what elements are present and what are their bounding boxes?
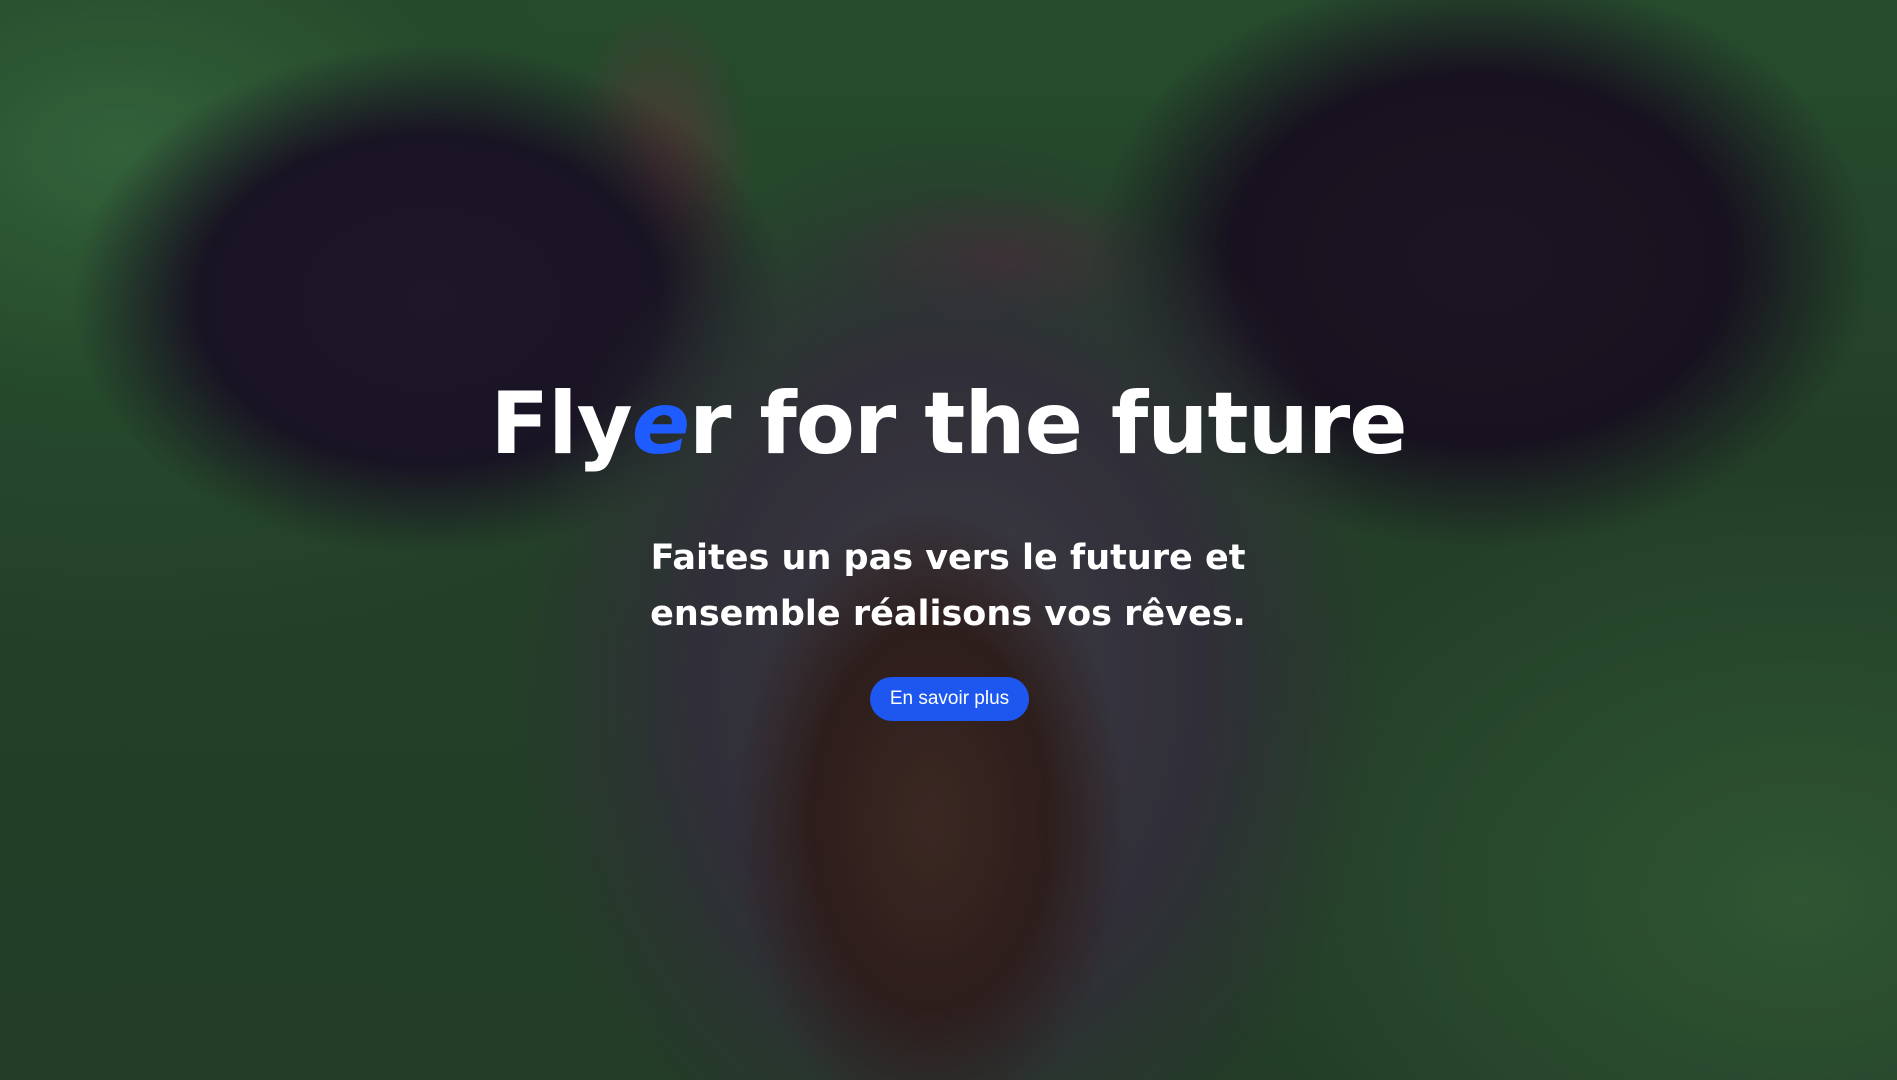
hero-title-part2: r for the future (689, 374, 1408, 474)
hero-title: Flyer for the future (0, 374, 1897, 474)
hero-content: Flyer for the future Faites un pas vers … (0, 0, 1897, 1080)
hero-subtitle: Faites un pas vers le future et ensemble… (548, 530, 1348, 642)
learn-more-button[interactable]: En savoir plus (870, 677, 1029, 721)
hero-title-accent-letter: e (631, 374, 690, 474)
hero-subtitle-line1: Faites un pas vers le future et (650, 538, 1246, 578)
hero-title-part1: Fly (490, 374, 632, 474)
hero-section: Flyer for the future Faites un pas vers … (0, 0, 1897, 1080)
hero-subtitle-line2: ensemble réalisons vos rêves. (650, 594, 1246, 634)
